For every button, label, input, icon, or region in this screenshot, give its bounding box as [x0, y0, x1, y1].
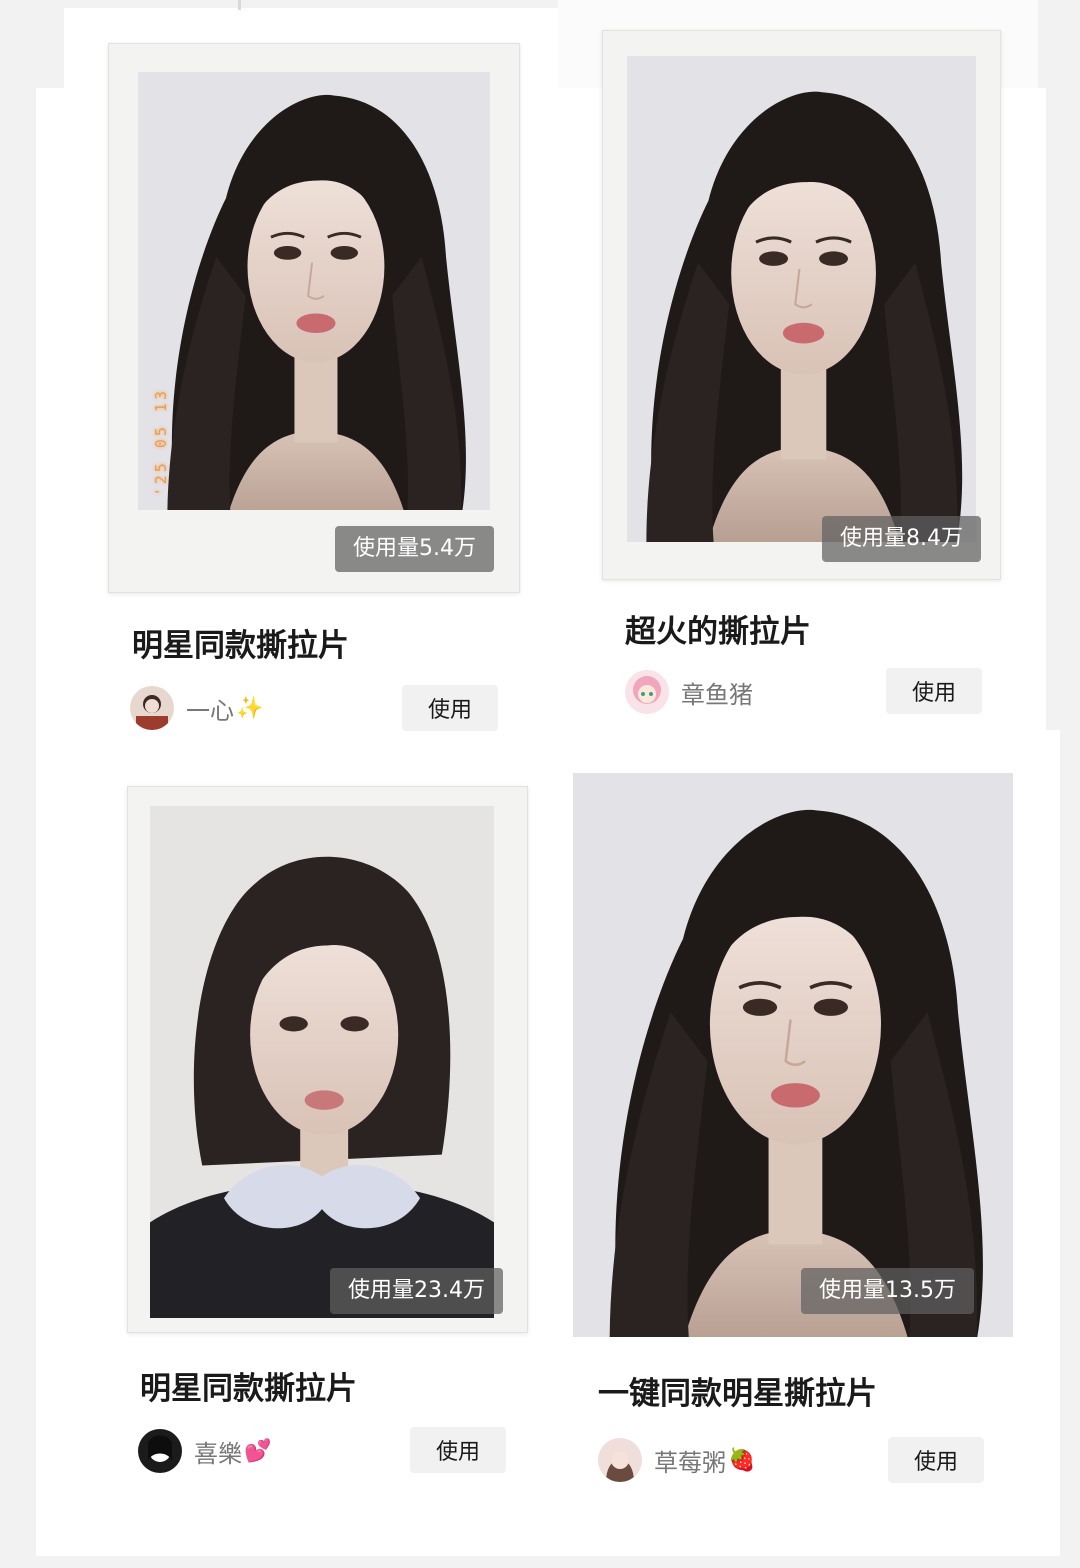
date-stamp: '25 05 13	[152, 387, 170, 496]
divider	[238, 0, 241, 10]
user-avatar-icon	[598, 1438, 642, 1482]
card-title: 明星同款撕拉片	[132, 628, 349, 664]
usage-badge: 使用量23.4万	[330, 1268, 503, 1314]
usage-badge: 使用量13.5万	[801, 1268, 974, 1314]
usage-badge: 使用量5.4万	[335, 526, 494, 572]
card-title: 明星同款撕拉片	[140, 1371, 357, 1407]
card-title: 超火的撕拉片	[625, 614, 811, 650]
author-name: 一心	[186, 696, 234, 725]
portrait-photo-icon: '25 05 13	[138, 72, 490, 510]
portrait-photo-icon	[627, 56, 976, 542]
user-avatar-icon	[138, 1429, 182, 1473]
card-title: 一键同款明星撕拉片	[598, 1376, 877, 1412]
author-name: 章鱼猪	[681, 680, 753, 709]
use-button[interactable]: 使用	[410, 1427, 506, 1473]
use-button[interactable]: 使用	[888, 1437, 984, 1483]
strawberry-icon: 🍓	[728, 1447, 756, 1473]
use-button[interactable]: 使用	[402, 685, 498, 731]
author-info: 喜樂 💕	[138, 1429, 271, 1473]
author-name: 喜樂	[194, 1439, 242, 1468]
user-avatar-icon	[625, 670, 669, 714]
portrait-photo-icon	[150, 806, 494, 1318]
sparkles-icon: ✨	[236, 695, 264, 721]
author-info: 章鱼猪	[625, 670, 755, 714]
portrait-photo-icon	[573, 773, 1013, 1337]
usage-badge: 使用量8.4万	[822, 516, 981, 562]
author-info: 草莓粥 🍓	[598, 1438, 755, 1482]
user-avatar-icon	[130, 686, 174, 730]
author-name: 草莓粥	[654, 1448, 726, 1477]
author-info: 一心 ✨	[130, 686, 263, 730]
use-button[interactable]: 使用	[886, 668, 982, 714]
hearts-icon: 💕	[244, 1438, 272, 1464]
